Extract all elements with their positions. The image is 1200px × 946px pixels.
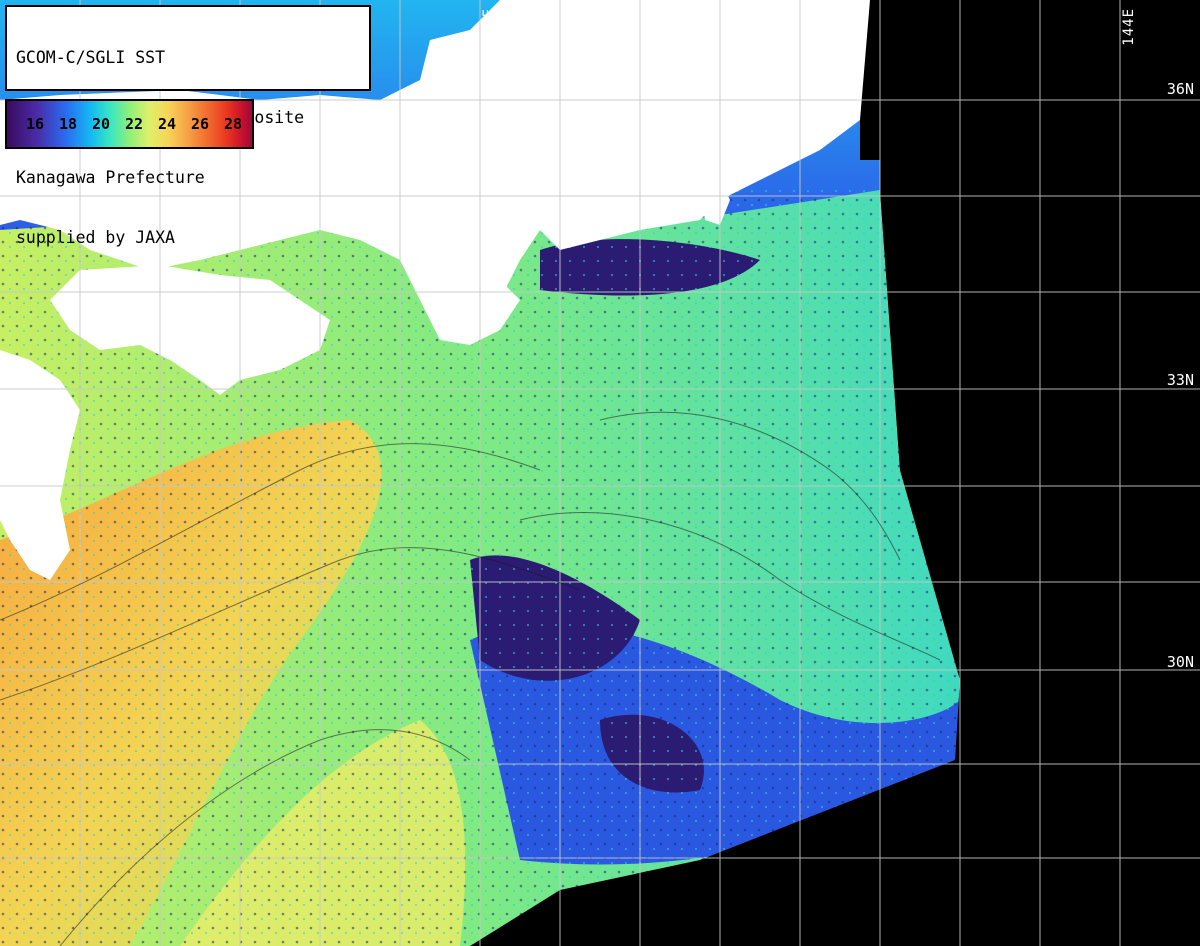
latitude-label-33n: 33N	[1166, 371, 1194, 389]
legend-tick: 20	[91, 115, 111, 133]
legend-tick: 18	[58, 115, 78, 133]
sst-color-legend: 16 18 20 22 24 26 28	[5, 99, 254, 149]
legend-tick: 24	[157, 115, 177, 133]
latitude-label-30n: 30N	[1166, 653, 1194, 671]
map-title-box: GCOM-C/SGLI SST 2025/05/14(UTC) Day Comp…	[5, 5, 371, 247]
title-line-credit: supplied by JAXA	[16, 228, 175, 247]
legend-tick: 22	[124, 115, 144, 133]
legend-tick: 26	[190, 115, 210, 133]
title-line-region: Kanagawa Prefecture	[16, 168, 205, 187]
title-line-satellite: GCOM-C/SGLI SST	[16, 48, 166, 67]
latitude-label-36n: 36N	[1166, 80, 1194, 98]
no-data-top-right	[860, 0, 1200, 160]
legend-tick-labels: 16 18 20 22 24 26 28	[24, 115, 244, 133]
legend-tick: 16	[25, 115, 45, 133]
legend-tick: 28	[223, 115, 243, 133]
longitude-label-144e: 144E	[1121, 8, 1137, 46]
longitude-label-136e: 136E	[481, 8, 497, 46]
